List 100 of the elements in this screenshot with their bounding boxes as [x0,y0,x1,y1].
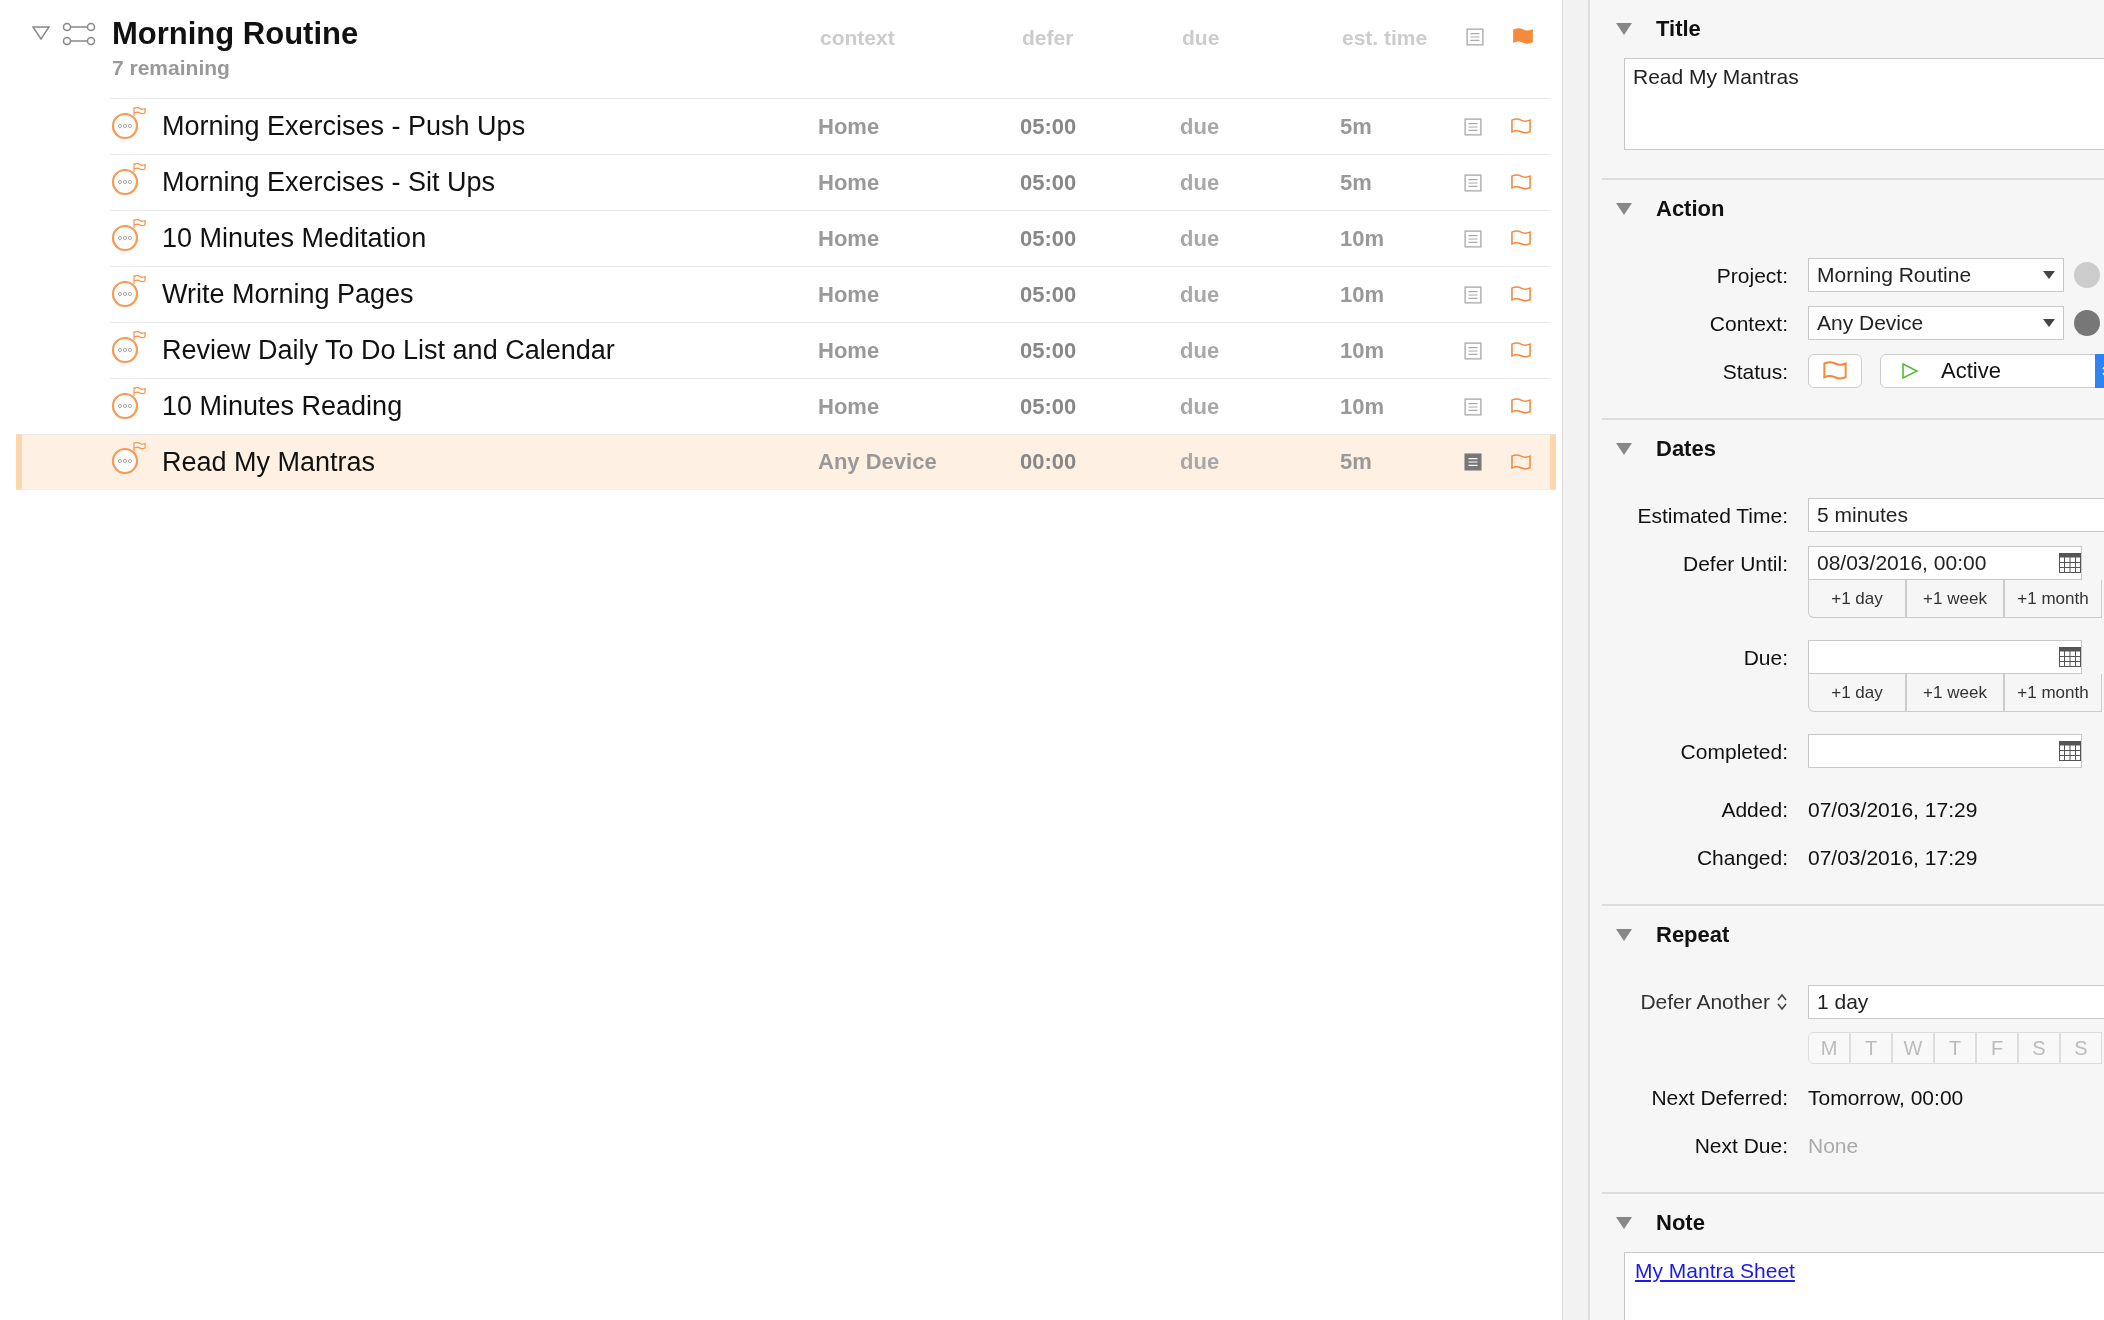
date-shortcut-button[interactable]: +1 day [1808,580,1906,618]
task-context: Home [818,281,881,308]
disclosure-triangle-icon[interactable] [1616,929,1632,941]
repeating-task-checkbox-icon[interactable] [110,218,146,253]
interval-field[interactable]: 1 day [1808,985,2104,1019]
repeating-task-checkbox-icon[interactable] [110,442,146,476]
field-value: None [1808,1133,1859,1159]
calendar-icon[interactable] [2059,553,2081,573]
task-due: due [1180,225,1221,252]
estimate-field[interactable]: 5 minutes [1808,498,2104,532]
task-context: Any Device [818,449,938,475]
note-icon[interactable] [1464,173,1482,192]
flag-icon[interactable] [1510,118,1532,135]
disclosure-triangle-icon[interactable] [1616,443,1632,455]
field-value: 07/03/2016, 17:29 [1808,797,1978,823]
flag-icon[interactable] [1510,398,1532,415]
note-icon[interactable] [1464,397,1482,416]
task-defer: 05:00 [1020,281,1078,308]
date-shortcut-button[interactable]: +1 month [2004,674,2102,712]
task-due: due [1180,393,1221,420]
flag-icon[interactable] [1510,174,1532,191]
disclosure-triangle-icon[interactable] [1616,23,1632,35]
task-title: 10 Minutes Reading [162,391,404,422]
context-dropdown[interactable]: Any Device [1808,306,2064,340]
repeating-task-checkbox-icon[interactable] [110,330,146,365]
field-label: Defer Until: [1681,551,1789,577]
task-context: Home [818,337,881,364]
task-estimate: 10m [1340,393,1386,420]
task-defer: 05:00 [1020,393,1078,420]
task-due: due [1180,449,1221,475]
task-estimate: 5m [1340,169,1373,196]
field-label: Next Due: [1693,1133,1789,1159]
date-field[interactable]: 08/03/2016, 00:00 [1808,546,2082,580]
note-icon[interactable] [1464,341,1482,360]
field-label: Completed: [1679,739,1789,765]
repeat-mode-dropdown[interactable]: Defer Another [1602,990,1808,1014]
note-icon[interactable] [1466,28,1484,46]
flag-button[interactable] [1808,354,1862,388]
task-context: Home [818,393,881,420]
note-icon[interactable] [1464,453,1482,471]
note-icon[interactable] [1464,117,1482,136]
field-label: Project: [1715,263,1789,289]
task-context: Home [818,225,881,252]
repeating-task-checkbox-icon[interactable] [110,162,146,197]
field-label: Added: [1720,797,1789,823]
disclosure-triangle-icon[interactable] [1616,1217,1632,1229]
task-due: due [1180,113,1221,140]
disclosure-triangle-icon[interactable] [1616,203,1632,215]
section-heading: Repeat [1656,922,1730,948]
task-defer: 00:00 [1020,449,1078,475]
caret-icon [2043,319,2055,327]
task-defer: 05:00 [1020,169,1078,196]
repeating-task-checkbox-icon[interactable] [110,106,146,141]
date-shortcut-button[interactable]: +1 week [1906,674,2004,712]
task-context: Home [818,113,881,140]
task-defer: 05:00 [1020,225,1078,252]
task-row[interactable]: Read My Mantras Any Device 00:00 due 5m [16,434,1556,490]
date-shortcut-button[interactable]: +1 month [2004,580,2102,618]
calendar-icon[interactable] [2059,647,2081,667]
field-label: Changed: [1695,845,1789,871]
repeating-task-checkbox-icon[interactable] [110,386,146,421]
disclosure-triangle-icon[interactable] [32,26,50,40]
flag-icon[interactable] [1510,230,1532,247]
task-row[interactable]: Review Daily To Do List and Calendar Home 05:00 due 10m [110,322,1550,378]
repeating-task-checkbox-icon[interactable] [110,274,146,309]
play-icon [1901,362,1919,380]
date-shortcut-button[interactable]: +1 week [1906,580,2004,618]
flag-icon[interactable] [1512,28,1534,45]
status-dropdown[interactable]: Active [1880,354,2104,388]
task-row[interactable]: 10 Minutes Meditation Home 05:00 due 10m [110,210,1550,266]
task-row[interactable]: Write Morning Pages Home 05:00 due 10m [110,266,1550,322]
remaining-count: 7 remaining [112,56,231,80]
project-dropdown[interactable]: Morning Routine [1808,258,2064,292]
task-row[interactable]: Morning Exercises - Push Ups Home 05:00 due 5m [110,98,1550,154]
section-heading: Note [1656,1210,1705,1236]
field-value: 07/03/2016, 17:29 [1808,845,1978,871]
title-field[interactable]: Read My Mantras [1624,58,2104,150]
note-icon[interactable] [1464,285,1482,304]
project-icon [62,22,96,46]
field-label: Status: [1721,359,1789,385]
flag-icon[interactable] [1510,286,1532,303]
task-context: Home [818,169,881,196]
task-estimate: 10m [1340,337,1386,364]
note-field[interactable]: My Mantra Sheet [1624,1252,2104,1320]
note-icon[interactable] [1464,229,1482,248]
task-row[interactable]: Morning Exercises - Sit Ups Home 05:00 due 5m [110,154,1550,210]
field-label: Due: [1742,645,1789,671]
date-field[interactable] [1808,734,2082,768]
up-down-icon [1776,992,1788,1012]
section-heading: Action [1656,196,1725,222]
note-link[interactable]: My Mantra Sheet [1635,1259,1795,1282]
project-title: Morning Routine [112,16,360,52]
flag-icon[interactable] [1510,453,1532,471]
task-estimate: 10m [1340,225,1386,252]
task-title: Review Daily To Do List and Calendar [162,335,616,366]
date-shortcut-button[interactable]: +1 day [1808,674,1906,712]
flag-icon[interactable] [1510,342,1532,359]
task-defer: 05:00 [1020,113,1078,140]
date-field[interactable] [1808,640,2082,674]
calendar-icon[interactable] [2059,741,2081,761]
